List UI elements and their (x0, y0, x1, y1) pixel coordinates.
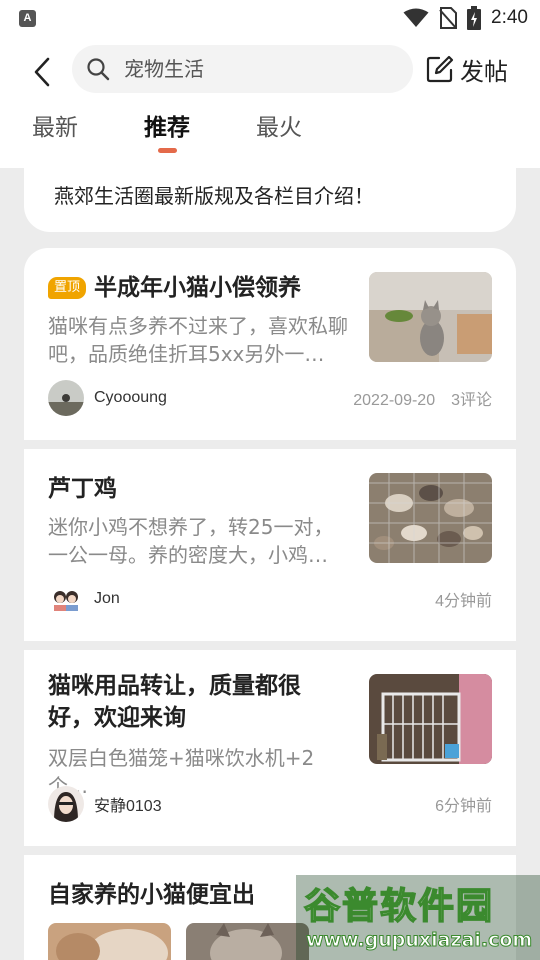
active-tab-indicator (158, 148, 177, 153)
author-name: Cyoooung (94, 389, 167, 406)
post-meta: Cyoooung 2022-09-20 3评论 (48, 380, 492, 416)
search-input[interactable]: 宠物生活 (72, 45, 413, 93)
watermark-url: www.gupuxiazai.com (305, 929, 533, 952)
post-time-ago: 4分钟前 (435, 593, 492, 610)
post-button[interactable]: 发帖 (426, 52, 508, 86)
post-image (48, 923, 171, 960)
status-icons: 2:40 (403, 6, 528, 30)
post-title: 芦丁鸡 (48, 476, 117, 502)
status-bar: A 2:40 (0, 0, 540, 36)
pinned-badge: 置顶 (48, 277, 87, 299)
wifi-icon (403, 8, 429, 27)
tab-latest[interactable]: 最新 (32, 112, 78, 144)
edit-icon (426, 55, 454, 83)
post-description: 迷你小鸡不想养了，转25一对，一公一母。养的密度大，小鸡… (48, 515, 334, 567)
search-placeholder: 宠物生活 (124, 57, 204, 81)
post-title-text: 半成年小猫小偿领养 (94, 275, 302, 301)
post-card[interactable]: 置顶 半成年小猫小偿领养 猫咪有点多养不过来了，喜欢私聊吧，品质绝佳折耳5xx另外… (24, 248, 516, 440)
post-meta: 安静0103 6分钟前 (48, 786, 492, 822)
watermark-title: 谷普软件园 (303, 885, 495, 928)
post-meta: Jon 4分钟前 (48, 581, 492, 617)
author-name: Jon (94, 590, 120, 607)
post-thumbnail (369, 272, 492, 362)
post-stats: 6分钟前 (435, 792, 492, 816)
avatar[interactable] (48, 786, 84, 822)
post-card[interactable]: 芦丁鸡 迷你小鸡不想养了，转25一对，一公一母。养的密度大，小鸡… Jon 4分… (24, 449, 516, 641)
post-button-label: 发帖 (460, 57, 508, 86)
search-icon (87, 58, 110, 81)
post-stats: 2022-09-20 3评论 (353, 386, 492, 410)
avatar[interactable] (48, 581, 84, 617)
post-date: 2022-09-20 (353, 392, 436, 409)
author-name: 安静0103 (94, 798, 162, 815)
notice-text: 燕郊生活圈最新版规及各栏目介绍！ (54, 184, 374, 208)
watermark: 谷普软件园 www.gupuxiazai.com (296, 875, 540, 960)
post-title: 置顶 半成年小猫小偿领养 (48, 272, 301, 304)
tab-recommended[interactable]: 推荐 (144, 112, 190, 144)
battery-charging-icon (467, 6, 482, 30)
app-notification-icon: A (19, 10, 36, 27)
tab-hottest[interactable]: 最火 (256, 112, 302, 144)
notice-banner[interactable]: 燕郊生活圈最新版规及各栏目介绍！ (24, 168, 516, 232)
status-time: 2:40 (491, 7, 528, 28)
comment-count: 3评论 (451, 392, 492, 409)
post-image (186, 923, 309, 960)
post-title: 自家养的小猫便宜出 (48, 882, 255, 908)
post-stats: 4分钟前 (435, 587, 492, 611)
header: 宠物生活 发帖 最新 推荐 最火 (0, 36, 540, 168)
avatar[interactable] (48, 380, 84, 416)
post-thumbnail (369, 473, 492, 563)
post-title: 猫咪用品转让，质量都很好，欢迎来询 (48, 673, 301, 731)
post-thumbnail (369, 674, 492, 764)
post-description: 猫咪有点多养不过来了，喜欢私聊吧，品质绝佳折耳5xx另外一… (48, 314, 348, 366)
post-time-ago: 6分钟前 (435, 798, 492, 815)
post-card[interactable]: 猫咪用品转让，质量都很好，欢迎来询 双层白色猫笼+猫咪饮水机+2个… 安静010… (24, 650, 516, 846)
back-arrow-icon[interactable] (28, 56, 60, 88)
no-sim-icon (439, 7, 458, 29)
